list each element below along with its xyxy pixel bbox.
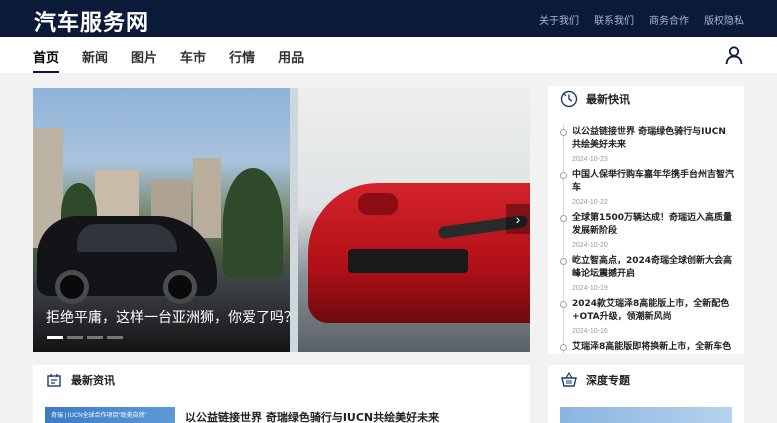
quick-news-date: 2024-10-19 — [572, 285, 608, 292]
timeline-dot — [560, 344, 567, 351]
nav-news[interactable]: 新闻 — [82, 47, 108, 73]
nav-pictures[interactable]: 图片 — [131, 47, 157, 73]
hero-slider[interactable]: 拒绝平庸，这样一台亚洲狮，你爱了吗？ › — [33, 88, 530, 352]
main-nav: 首页 新闻 图片 车市 行情 用品 — [33, 47, 304, 73]
list-item[interactable]: 2024款艾瑞泽8高能版上市，全新配色+OTA升级，领潮新风尚 2024-10-… — [548, 298, 744, 341]
timeline-dot — [560, 129, 567, 136]
news-headline[interactable]: 以公益链接世界 奇瑞绿色骑行与IUCN共绘美好未来 — [185, 409, 439, 423]
slider-dot-3[interactable] — [87, 336, 103, 339]
latest-news-title: 最新资讯 — [71, 374, 115, 387]
quick-news-title-text[interactable]: 屹立智高点，2024奇瑞全球创新大会高峰论坛震撼开启 — [572, 255, 734, 281]
feature-topic-thumbnail[interactable] — [560, 407, 732, 423]
top-links: 关于我们 联系我们 商务合作 版权隐私 — [539, 12, 744, 27]
slider-dot-1[interactable] — [47, 336, 63, 339]
news-thumbnail[interactable]: 奇瑞 | IUCN全球合作项目“致美自然” — [45, 407, 175, 423]
nav-home[interactable]: 首页 — [33, 47, 60, 73]
quick-news-title-text[interactable]: 以公益链接世界 奇瑞绿色骑行与IUCN共绘美好未来 — [572, 126, 734, 152]
slide-title[interactable]: 拒绝平庸，这样一台亚洲狮，你爱了吗？ — [46, 307, 298, 327]
feature-topics-header: 深度专题 — [548, 367, 744, 393]
slider-dot-2[interactable] — [67, 336, 83, 339]
slider-dot-4[interactable] — [107, 336, 123, 339]
quick-news-title-text[interactable]: 2024款艾瑞泽8高能版上市，全新配色+OTA升级，领潮新风尚 — [572, 298, 734, 324]
quick-news-date: 2024-10-16 — [572, 328, 608, 335]
user-icon[interactable] — [724, 45, 744, 65]
site-logo[interactable]: 汽车服务网 — [34, 5, 149, 37]
basket-icon — [561, 371, 577, 387]
feature-topics-title: 深度专题 — [586, 374, 630, 387]
quick-news-title-text[interactable]: 中国人保举行购车嘉年华携手台州吉智汽车 — [572, 169, 734, 195]
latest-news-header: 最新资讯 — [33, 367, 530, 393]
privacy-link[interactable]: 版权隐私 — [704, 12, 744, 27]
quick-news-date: 2024-10-22 — [572, 199, 608, 206]
nav-car-market[interactable]: 车市 — [180, 47, 206, 73]
timeline-dot — [560, 215, 567, 222]
nav-supplies[interactable]: 用品 — [278, 47, 304, 73]
about-link[interactable]: 关于我们 — [539, 12, 579, 27]
list-item[interactable]: 中国人保举行购车嘉年华携手台州吉智汽车 2024-10-22 — [548, 169, 744, 212]
slider-dots — [47, 336, 123, 339]
news-thumbnail-text: 奇瑞 | IUCN全球合作项目“致美自然” — [51, 413, 147, 419]
contact-link[interactable]: 联系我们 — [594, 12, 634, 27]
nav-prices[interactable]: 行情 — [229, 47, 255, 73]
latest-news-panel: 最新资讯 奇瑞 | IUCN全球合作项目“致美自然” 以公益链接世界 奇瑞绿色骑… — [33, 365, 530, 423]
quick-news-panel: 最新快讯 以公益链接世界 奇瑞绿色骑行与IUCN共绘美好未来 2024-10-2… — [548, 86, 744, 354]
top-bar: 汽车服务网 关于我们 联系我们 商务合作 版权隐私 — [0, 0, 777, 37]
quick-news-header: 最新快讯 — [548, 86, 744, 112]
slide-image-red-car[interactable] — [298, 88, 530, 352]
quick-news-date: 2024-10-23 — [572, 156, 608, 163]
quick-news-list: 以公益链接世界 奇瑞绿色骑行与IUCN共绘美好未来 2024-10-23 中国人… — [548, 126, 744, 354]
clock-icon — [560, 90, 578, 108]
main-nav-bar: 首页 新闻 图片 车市 行情 用品 — [0, 37, 777, 73]
car-image-black-sedan — [37, 216, 217, 304]
quick-news-title: 最新快讯 — [586, 93, 630, 106]
news-icon — [47, 374, 61, 387]
timeline-dot — [560, 258, 567, 265]
slider-next-button[interactable]: › — [506, 204, 530, 234]
timeline-dot — [560, 172, 567, 179]
quick-news-title-text[interactable]: 全球第1500万辆达成！奇瑞迈入高质量发展新阶段 — [572, 212, 734, 238]
quick-news-date: 2024-10-20 — [572, 242, 608, 249]
timeline-dot — [560, 301, 567, 308]
business-link[interactable]: 商务合作 — [649, 12, 689, 27]
car-image-red-sedan — [308, 183, 530, 323]
list-item[interactable]: 全球第1500万辆达成！奇瑞迈入高质量发展新阶段 2024-10-20 — [548, 212, 744, 255]
feature-topics-panel: 深度专题 — [548, 365, 744, 423]
list-item[interactable]: 以公益链接世界 奇瑞绿色骑行与IUCN共绘美好未来 2024-10-23 — [548, 126, 744, 169]
list-item[interactable]: 屹立智高点，2024奇瑞全球创新大会高峰论坛震撼开启 2024-10-19 — [548, 255, 744, 298]
list-item[interactable]: 艾瑞泽8高能版即将换新上市，全新车色满 — [548, 341, 744, 354]
quick-news-title-text[interactable]: 艾瑞泽8高能版即将换新上市，全新车色满 — [572, 341, 734, 354]
